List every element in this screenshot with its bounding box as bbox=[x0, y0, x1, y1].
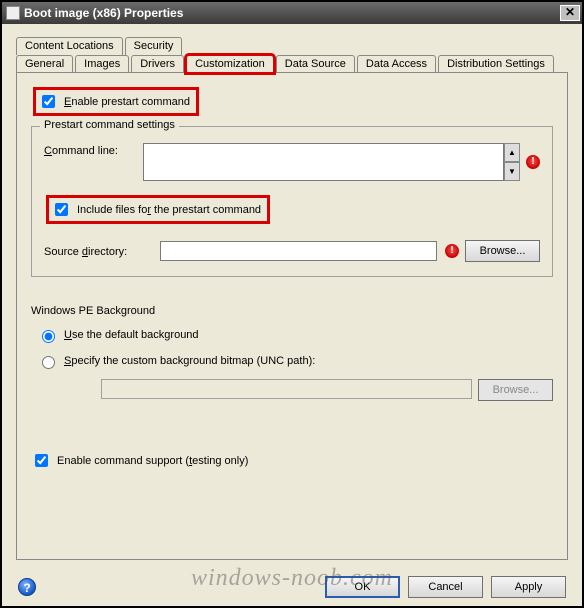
titlebar[interactable]: Boot image (x86) Properties ✕ bbox=[2, 2, 582, 24]
command-line-down-button[interactable]: ▼ bbox=[504, 162, 520, 181]
properties-window: Boot image (x86) Properties ✕ Content Lo… bbox=[0, 0, 584, 608]
command-line-spin: ▲ ▼ bbox=[504, 143, 520, 181]
command-line-label: Command line: bbox=[44, 143, 139, 157]
include-files-label: Include files for the prestart command bbox=[77, 204, 261, 216]
use-default-bg-label: Use the default background bbox=[64, 329, 199, 341]
use-default-bg-radio[interactable] bbox=[42, 330, 55, 343]
prestart-group-title: Prestart command settings bbox=[40, 119, 179, 131]
source-directory-input[interactable] bbox=[160, 241, 437, 261]
tab-data-source[interactable]: Data Source bbox=[276, 55, 355, 73]
source-directory-warning-icon: ! bbox=[445, 244, 459, 258]
pe-background-title: Windows PE Background bbox=[31, 305, 553, 317]
window-title: Boot image (x86) Properties bbox=[24, 6, 183, 20]
client-area: Content Locations Security General Image… bbox=[4, 24, 580, 604]
source-directory-label: Source directory: bbox=[44, 244, 154, 258]
tab-security[interactable]: Security bbox=[125, 37, 183, 55]
command-line-warning-icon: ! bbox=[526, 155, 540, 169]
specify-bg-label: Specify the custom background bitmap (UN… bbox=[64, 355, 315, 367]
enable-prestart-label: Enable prestart command bbox=[64, 96, 190, 108]
cancel-button[interactable]: Cancel bbox=[408, 576, 483, 598]
tab-customization[interactable]: Customization bbox=[186, 55, 274, 73]
prestart-groupbox: Prestart command settings Command line: … bbox=[31, 126, 553, 277]
tab-drivers[interactable]: Drivers bbox=[131, 55, 184, 73]
include-files-checkbox[interactable] bbox=[55, 203, 68, 216]
unc-browse-button: Browse... bbox=[478, 379, 553, 401]
help-icon[interactable]: ? bbox=[18, 578, 36, 596]
specify-bg-radio[interactable] bbox=[42, 356, 55, 369]
unc-path-input bbox=[101, 379, 472, 399]
tab-distribution-settings[interactable]: Distribution Settings bbox=[438, 55, 554, 73]
tab-general[interactable]: General bbox=[16, 55, 73, 73]
enable-command-support-checkbox[interactable] bbox=[35, 454, 48, 467]
source-directory-row: Source directory: ! Browse... bbox=[44, 240, 540, 262]
command-line-input[interactable] bbox=[143, 143, 504, 181]
command-line-up-button[interactable]: ▲ bbox=[504, 143, 520, 162]
apply-button[interactable]: Apply bbox=[491, 576, 566, 598]
source-directory-browse-button[interactable]: Browse... bbox=[465, 240, 540, 262]
command-line-row: Command line: ▲ ▼ ! bbox=[44, 143, 540, 181]
tab-data-access[interactable]: Data Access bbox=[357, 55, 436, 73]
window-icon bbox=[6, 6, 20, 20]
close-button[interactable]: ✕ bbox=[560, 5, 580, 21]
include-files-row: Include files for the prestart command bbox=[44, 193, 540, 226]
use-default-bg-row: Use the default background bbox=[31, 327, 553, 343]
unc-path-row: Browse... bbox=[31, 379, 553, 401]
enable-prestart-checkbox[interactable] bbox=[42, 95, 55, 108]
tab-strip: Content Locations Security General Image… bbox=[16, 36, 568, 72]
tab-images[interactable]: Images bbox=[75, 55, 129, 73]
tab-panel-customization: Enable prestart command Prestart command… bbox=[16, 72, 568, 560]
enable-command-support-row: Enable command support (testing only) bbox=[31, 449, 553, 472]
ok-button[interactable]: OK bbox=[325, 576, 400, 598]
tab-content-locations[interactable]: Content Locations bbox=[16, 37, 123, 55]
enable-prestart-row: Enable prestart command bbox=[31, 85, 553, 118]
dialog-button-bar: ? OK Cancel Apply bbox=[4, 576, 580, 598]
specify-bg-row: Specify the custom background bitmap (UN… bbox=[31, 353, 553, 369]
enable-command-support-label: Enable command support (testing only) bbox=[57, 455, 248, 467]
